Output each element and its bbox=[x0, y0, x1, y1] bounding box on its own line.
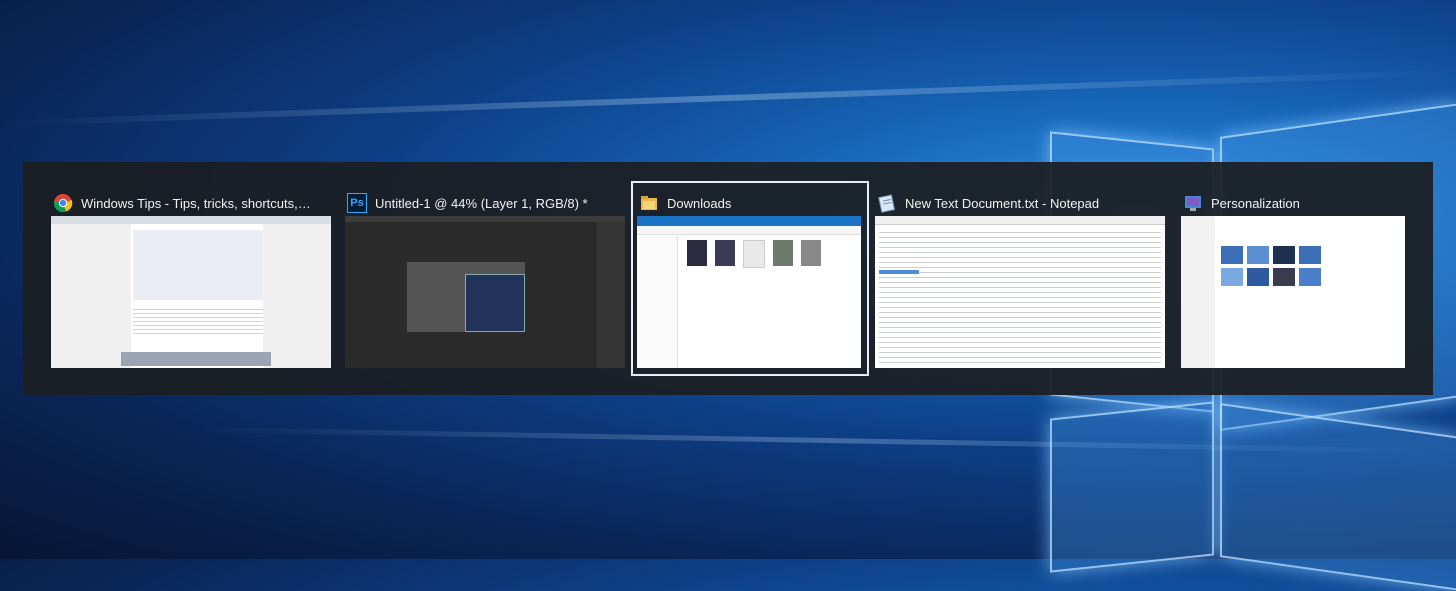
file-explorer-icon bbox=[639, 193, 659, 213]
window-thumbnail bbox=[637, 216, 861, 368]
window-thumbnail bbox=[345, 216, 625, 368]
settings-personalization-icon bbox=[1183, 193, 1203, 213]
photoshop-icon: Ps bbox=[347, 193, 367, 213]
tile-header: Downloads bbox=[633, 189, 867, 217]
window-title: Windows Tips - Tips, tricks, shortcuts, … bbox=[81, 195, 313, 211]
window-tile-photoshop[interactable]: Ps Untitled-1 @ 44% (Layer 1, RGB/8) * bbox=[341, 183, 627, 374]
notepad-icon bbox=[877, 193, 897, 213]
window-tile-personalization[interactable]: Personalization bbox=[1177, 183, 1409, 374]
window-title: Untitled-1 @ 44% (Layer 1, RGB/8) * bbox=[375, 195, 588, 211]
window-title: Downloads bbox=[667, 195, 732, 211]
tile-header: Ps Untitled-1 @ 44% (Layer 1, RGB/8) * bbox=[341, 189, 627, 217]
window-thumbnail bbox=[875, 216, 1165, 368]
window-thumbnail bbox=[1181, 216, 1405, 368]
task-switcher: Windows Tips - Tips, tricks, shortcuts, … bbox=[23, 162, 1433, 395]
tile-header: New Text Document.txt - Notepad bbox=[871, 189, 1165, 217]
window-title: Personalization bbox=[1211, 195, 1300, 211]
window-tile-notepad[interactable]: New Text Document.txt - Notepad bbox=[871, 183, 1165, 374]
window-tile-chrome[interactable]: Windows Tips - Tips, tricks, shortcuts, … bbox=[47, 183, 333, 374]
tile-header: Windows Tips - Tips, tricks, shortcuts, … bbox=[47, 189, 333, 217]
photoshop-icon-label: Ps bbox=[350, 197, 364, 209]
tile-header: Personalization bbox=[1177, 189, 1409, 217]
window-thumbnail bbox=[51, 216, 331, 368]
chrome-icon bbox=[53, 193, 73, 213]
window-tile-downloads[interactable]: Downloads bbox=[631, 181, 869, 376]
window-title: New Text Document.txt - Notepad bbox=[905, 195, 1100, 211]
